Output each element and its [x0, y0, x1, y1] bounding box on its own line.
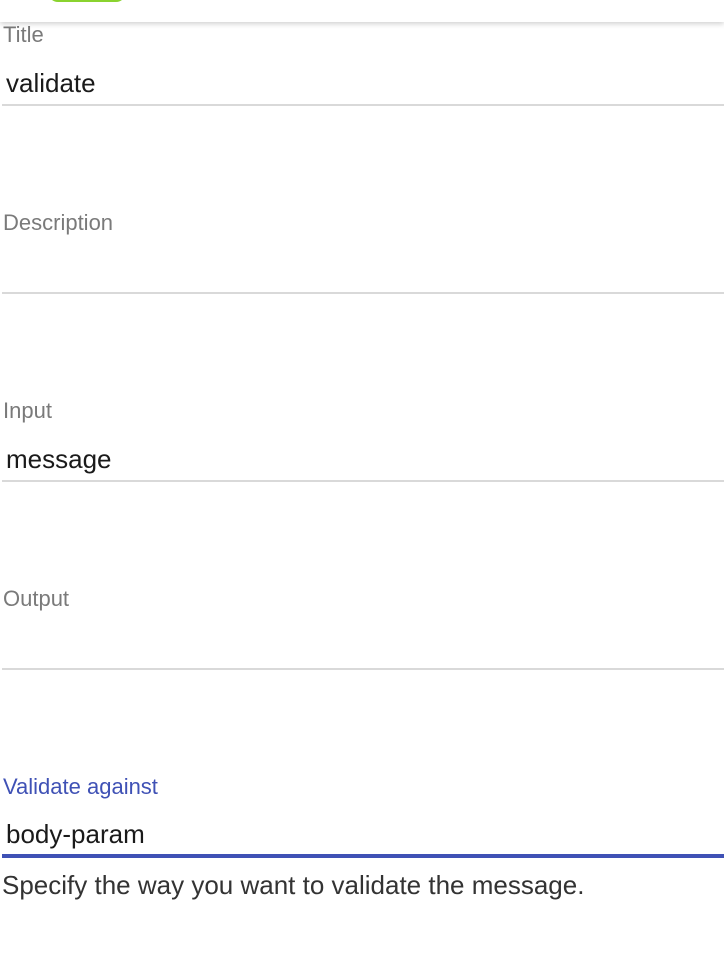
- toolbar-status-pill[interactable]: [48, 0, 126, 2]
- title-input[interactable]: [2, 62, 724, 106]
- validate-against-input[interactable]: [2, 814, 724, 858]
- title-label: Title: [3, 22, 44, 47]
- validate-against-hint: Specify the way you want to validate the…: [2, 870, 585, 900]
- input-label: Input: [3, 398, 52, 423]
- output-input[interactable]: [2, 626, 724, 670]
- description-input[interactable]: [2, 250, 724, 294]
- input-input[interactable]: [2, 438, 724, 482]
- top-toolbar: [0, 0, 724, 22]
- description-label: Description: [3, 210, 114, 235]
- output-label: Output: [3, 586, 70, 611]
- validate-against-label: Validate against: [3, 774, 158, 799]
